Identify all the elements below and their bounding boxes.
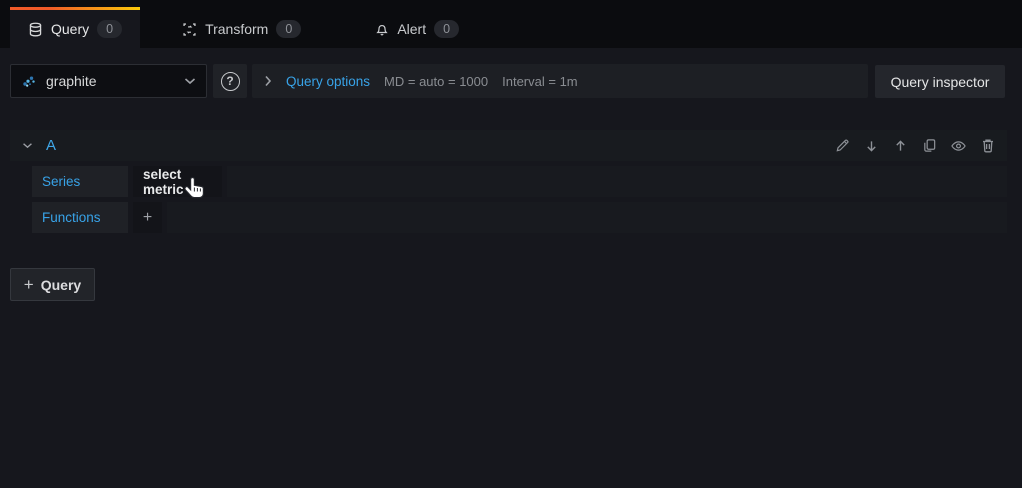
- graphite-logo-icon: [21, 73, 37, 89]
- interval-text: Interval = 1m: [502, 73, 578, 89]
- help-icon: ?: [220, 71, 240, 91]
- edit-icon[interactable]: [835, 138, 850, 153]
- delete-icon[interactable]: [980, 138, 995, 153]
- database-icon: [28, 22, 43, 37]
- tab-alert-label: Alert: [397, 21, 427, 37]
- max-data-points-text: MD = auto = 1000: [384, 73, 489, 89]
- toggle-visibility-icon[interactable]: [951, 138, 966, 153]
- editor-tab-bar: Query 0 Transform 0 Alert 0: [0, 0, 1022, 48]
- plus-icon: +: [142, 208, 153, 226]
- add-query-button[interactable]: + Query: [10, 268, 95, 301]
- query-row-header[interactable]: A: [10, 130, 1007, 161]
- chevron-right-icon: [264, 75, 272, 87]
- functions-row-filler: [167, 202, 1007, 233]
- chevron-down-icon: [184, 77, 196, 85]
- add-query-label: Query: [40, 276, 82, 293]
- duplicate-icon[interactable]: [922, 138, 937, 153]
- query-ref-id: A: [46, 137, 57, 154]
- select-metric-label: select metric: [143, 166, 184, 197]
- query-inspector-button[interactable]: Query inspector: [875, 65, 1005, 98]
- transform-icon: [182, 22, 197, 37]
- tab-transform[interactable]: Transform 0: [164, 7, 319, 48]
- functions-label-text: Functions: [42, 210, 101, 225]
- functions-label: Functions: [32, 202, 128, 233]
- tab-query-label: Query: [51, 21, 90, 37]
- tab-transform-count: 0: [276, 20, 302, 38]
- select-metric-button[interactable]: select metric: [133, 166, 222, 197]
- datasource-picker[interactable]: graphite: [10, 64, 207, 98]
- series-row-filler: [227, 166, 1007, 197]
- series-label: Series: [32, 166, 128, 197]
- tab-alert[interactable]: Alert 0: [357, 7, 477, 48]
- datasource-help-button[interactable]: ?: [213, 64, 247, 98]
- bell-icon: [375, 22, 389, 37]
- move-up-icon[interactable]: [893, 138, 908, 153]
- add-function-button[interactable]: +: [133, 202, 162, 233]
- datasource-value: graphite: [46, 73, 97, 89]
- query-row-actions: [835, 138, 995, 153]
- collapse-chevron-icon[interactable]: [22, 142, 33, 149]
- plus-icon: +: [23, 274, 34, 294]
- tab-query-count: 0: [97, 20, 123, 38]
- series-label-text: Series: [42, 174, 81, 189]
- move-down-icon[interactable]: [864, 138, 879, 153]
- query-options-label: Query options: [286, 73, 371, 89]
- tab-query[interactable]: Query 0: [10, 7, 141, 48]
- grafana-query-editor: Query 0 Transform 0 Alert 0 graphite ? Q…: [0, 0, 1022, 488]
- tab-transform-label: Transform: [205, 21, 269, 37]
- tab-alert-count: 0: [434, 20, 460, 38]
- query-options-bar[interactable]: Query options MD = auto = 1000 Interval …: [252, 64, 868, 98]
